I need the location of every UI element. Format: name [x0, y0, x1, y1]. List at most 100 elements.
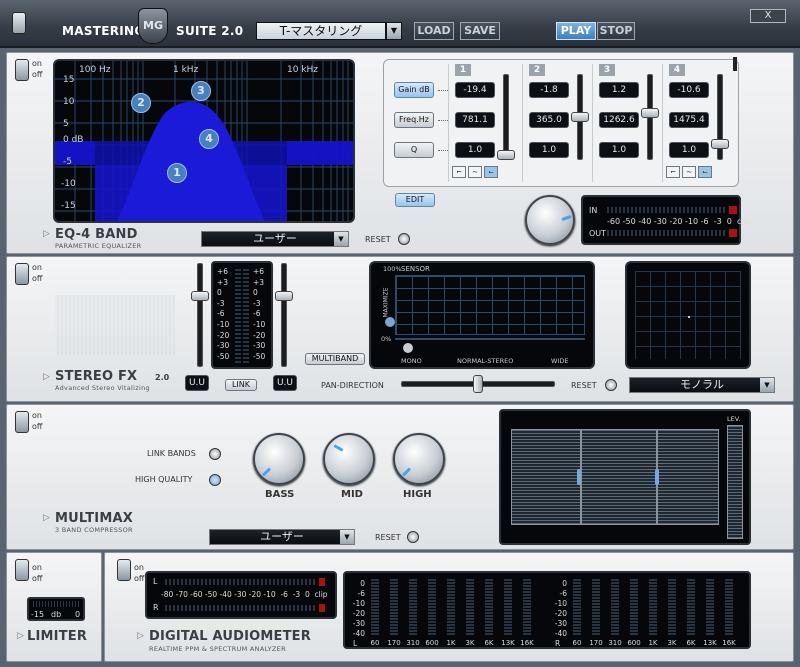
eq-band-4-handle[interactable]: 4 — [199, 129, 219, 149]
stereo-scale-tick: -30 — [253, 341, 266, 351]
sensor-y-handle[interactable] — [385, 317, 395, 327]
stereo-mode-select[interactable]: モノラル ▼ — [629, 377, 775, 393]
close-button[interactable]: X — [750, 9, 786, 23]
band-q-value[interactable]: 1.0 — [455, 142, 495, 158]
stereo-left-slider-thumb[interactable] — [191, 291, 209, 301]
band-q-value[interactable]: 1.0 — [669, 142, 709, 158]
spectrum-scale-tick: -10 — [352, 599, 365, 608]
q-mode-button[interactable]: Q — [394, 142, 434, 158]
chevron-down-icon[interactable]: ▼ — [760, 378, 774, 392]
load-button[interactable]: LOAD — [414, 22, 454, 40]
stereo-right-slider-track[interactable] — [281, 263, 287, 367]
band-q-value[interactable]: 1.0 — [529, 142, 569, 158]
multimax-reset-label: RESET — [375, 533, 401, 542]
save-button[interactable]: SAVE — [460, 22, 500, 40]
crossover-2-handle[interactable] — [655, 469, 659, 485]
band-gain-slider[interactable] — [503, 74, 509, 160]
shelf-high-icon[interactable]: ⌙ — [484, 166, 498, 178]
limiter-power-toggle[interactable] — [15, 559, 29, 581]
stereo-power-toggle[interactable] — [15, 263, 29, 285]
peak-icon[interactable]: ∼ — [468, 166, 482, 178]
bass-knob[interactable] — [253, 433, 305, 485]
spectrum-freq-label: 600 — [425, 639, 439, 647]
band-freq-value[interactable]: 1262.6 — [599, 112, 639, 128]
stereo-left-slider-track[interactable] — [197, 263, 203, 367]
stereo-right-button[interactable]: U.U — [273, 375, 297, 391]
eq-reset-button[interactable] — [398, 233, 410, 245]
multiband-button[interactable]: MULTIBAND — [305, 353, 365, 365]
ppm-right-clip-led — [319, 604, 325, 612]
chevron-down-icon[interactable]: ▼ — [334, 232, 348, 246]
eq-band-1-handle[interactable]: 1 — [167, 163, 187, 183]
eq-meter-in-label: IN — [589, 206, 598, 215]
stereo-expand-arrow-icon[interactable]: ▷ — [43, 372, 50, 382]
band-gain-thumb[interactable] — [497, 150, 515, 160]
eq-meter-in-bar — [607, 207, 727, 213]
limiter-expand-arrow-icon[interactable]: ▷ — [17, 631, 24, 641]
audiometer-on-label: on — [134, 563, 144, 572]
shelf-low-icon[interactable]: ⌐ — [666, 166, 680, 178]
audiometer-subtitle: REALTIME PPM & SPECTRUM ANALYZER — [149, 645, 286, 653]
stereo-scale-tick: -3 — [253, 298, 261, 308]
eq-reset-label: RESET — [365, 235, 391, 244]
stereo-link-button[interactable]: LINK — [225, 379, 257, 391]
band-gain-value[interactable]: -1.8 — [529, 82, 569, 98]
audiometer-expand-arrow-icon[interactable]: ▷ — [137, 631, 144, 641]
eq-power-toggle[interactable] — [15, 59, 29, 81]
preset-select[interactable]: T-マスタリング — [256, 22, 386, 40]
multimax-preset-select[interactable]: ユーザー ▼ — [209, 529, 355, 545]
gain-mode-button[interactable]: Gain dB — [394, 82, 434, 98]
play-button[interactable]: PLAY — [556, 22, 596, 40]
eq-meter-out-bar — [607, 230, 727, 236]
eq-edit-button[interactable]: EDIT — [395, 193, 435, 207]
audiometer-power-toggle[interactable] — [117, 559, 131, 581]
stereo-scale-tick: -30 — [217, 341, 230, 351]
band-gain-value[interactable]: 1.2 — [599, 82, 639, 98]
band-gain-value[interactable]: -19.4 — [455, 82, 495, 98]
eq-band-3-handle[interactable]: 3 — [191, 81, 211, 101]
high-quality-toggle[interactable] — [209, 474, 221, 486]
limiter-display[interactable]: -15 db 0 — [27, 597, 85, 621]
spectrum-freq-label: 170 — [589, 639, 603, 647]
stop-button[interactable]: STOP — [597, 22, 635, 40]
freq-mode-button[interactable]: Freq.Hz — [394, 112, 434, 128]
spectrum-scale-tick: -30 — [554, 619, 567, 628]
eq-band-2-handle[interactable]: 2 — [131, 93, 151, 113]
pan-direction-thumb[interactable] — [473, 375, 483, 393]
band-gain-thumb[interactable] — [711, 138, 729, 149]
stereo-reset-button[interactable] — [605, 379, 617, 391]
eq-expand-arrow-icon[interactable]: ▷ — [43, 229, 50, 239]
eq-preset-select[interactable]: ユーザー ▼ — [201, 231, 349, 247]
band-gain-thumb[interactable] — [641, 108, 659, 119]
link-bands-toggle[interactable] — [209, 448, 221, 460]
multimax-power-toggle[interactable] — [15, 411, 29, 433]
sensor-x-label-wide: WIDE — [551, 357, 569, 365]
band-gain-value[interactable]: -10.6 — [669, 82, 709, 98]
band-freq-value[interactable]: 1475.4 — [669, 112, 709, 128]
spectrum-band-bar — [611, 579, 619, 635]
crossover-1-handle[interactable] — [577, 469, 581, 485]
eq-output-knob[interactable] — [525, 195, 575, 245]
stereo-left-button[interactable]: U.U — [185, 375, 209, 391]
band-freq-value[interactable]: 365.0 — [529, 112, 569, 128]
shelf-low-icon[interactable]: ⌐ — [452, 166, 466, 178]
high-knob[interactable] — [393, 433, 445, 485]
band-freq-value[interactable]: 781.1 — [455, 112, 495, 128]
mid-knob[interactable] — [323, 433, 375, 485]
peak-icon[interactable]: ∼ — [682, 166, 696, 178]
multimax-expand-arrow-icon[interactable]: ▷ — [43, 513, 50, 523]
shelf-high-icon[interactable]: ⌙ — [698, 166, 712, 178]
band-q-value[interactable]: 1.0 — [599, 142, 639, 158]
row-connector — [438, 120, 448, 121]
eq-graph[interactable]: 100 Hz 1 kHz 10 kHz 15 10 5 0 dB -5 -10 … — [53, 59, 355, 223]
preset-dropdown-button[interactable]: ▼ — [386, 22, 402, 40]
stereo-mode-value: モノラル — [680, 378, 724, 391]
chevron-down-icon[interactable]: ▼ — [340, 530, 354, 544]
stereo-right-slider-thumb[interactable] — [275, 291, 293, 301]
sensor-x-handle[interactable] — [403, 343, 413, 353]
multimax-reset-button[interactable] — [407, 531, 419, 543]
window-menu-toggle[interactable] — [12, 12, 26, 34]
eq-on-label: on — [32, 59, 42, 68]
band-gain-thumb[interactable] — [571, 112, 589, 122]
spectrum-scale-tick: -40 — [554, 629, 567, 638]
